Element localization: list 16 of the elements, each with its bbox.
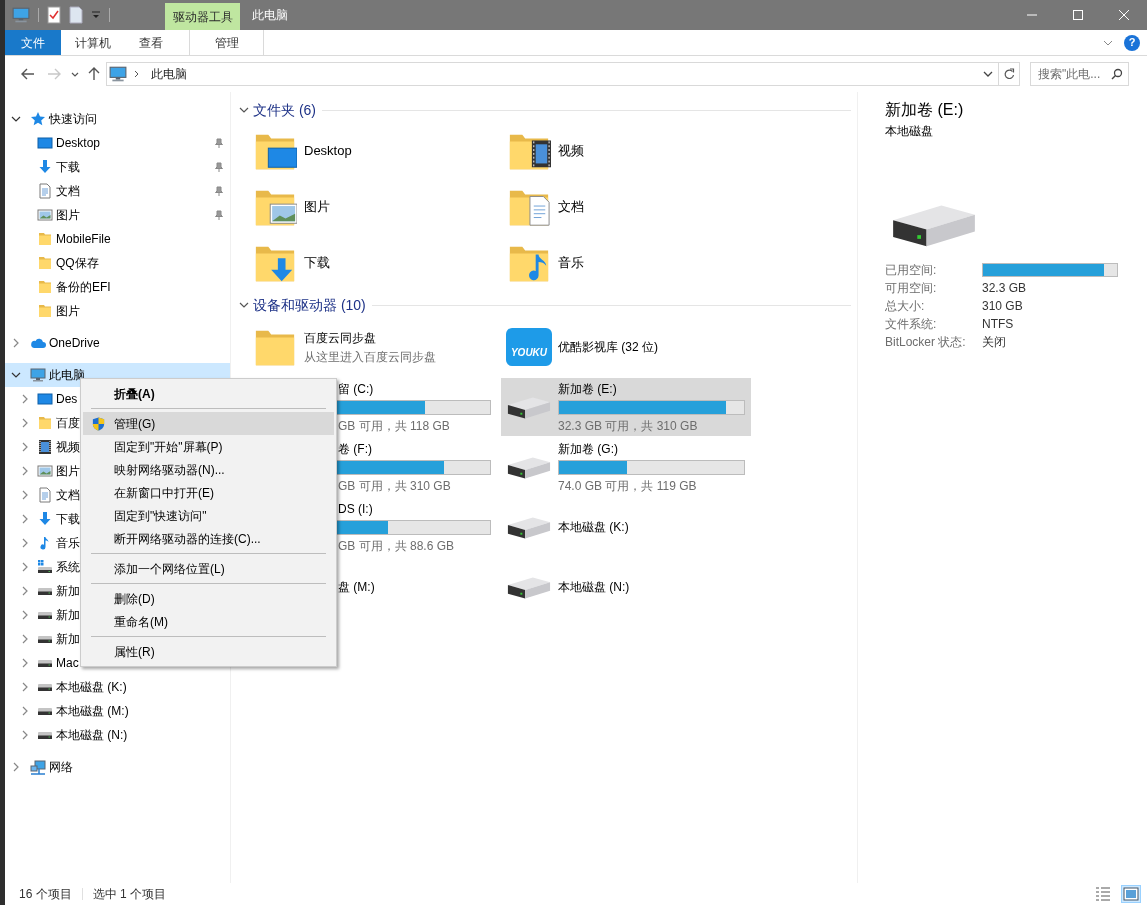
property-value: 关闭 [982,334,1007,350]
status-text: 选中 1 个项目 [92,886,167,903]
window-title: 此电脑 [252,7,288,24]
property-label: BitLocker 状态: [885,334,967,350]
property-label: 已用空间: [885,262,938,278]
property-value: NTFS [982,316,1015,332]
contextual-tab-group: 驱动器工具 [165,3,240,30]
app-logo: YOUKU [506,328,552,366]
property-label: 文件系统: [885,316,938,332]
status-text: 16 个项目 [19,886,72,903]
details-subtitle: 本地磁盘 [885,123,934,140]
property-label: 可用空间: [885,280,938,296]
property-value: 310 GB [982,298,1024,314]
property-label: 总大小: [885,298,926,314]
property-value: 32.3 GB [982,280,1028,296]
details-title: 新加卷 (E:) [885,100,965,120]
